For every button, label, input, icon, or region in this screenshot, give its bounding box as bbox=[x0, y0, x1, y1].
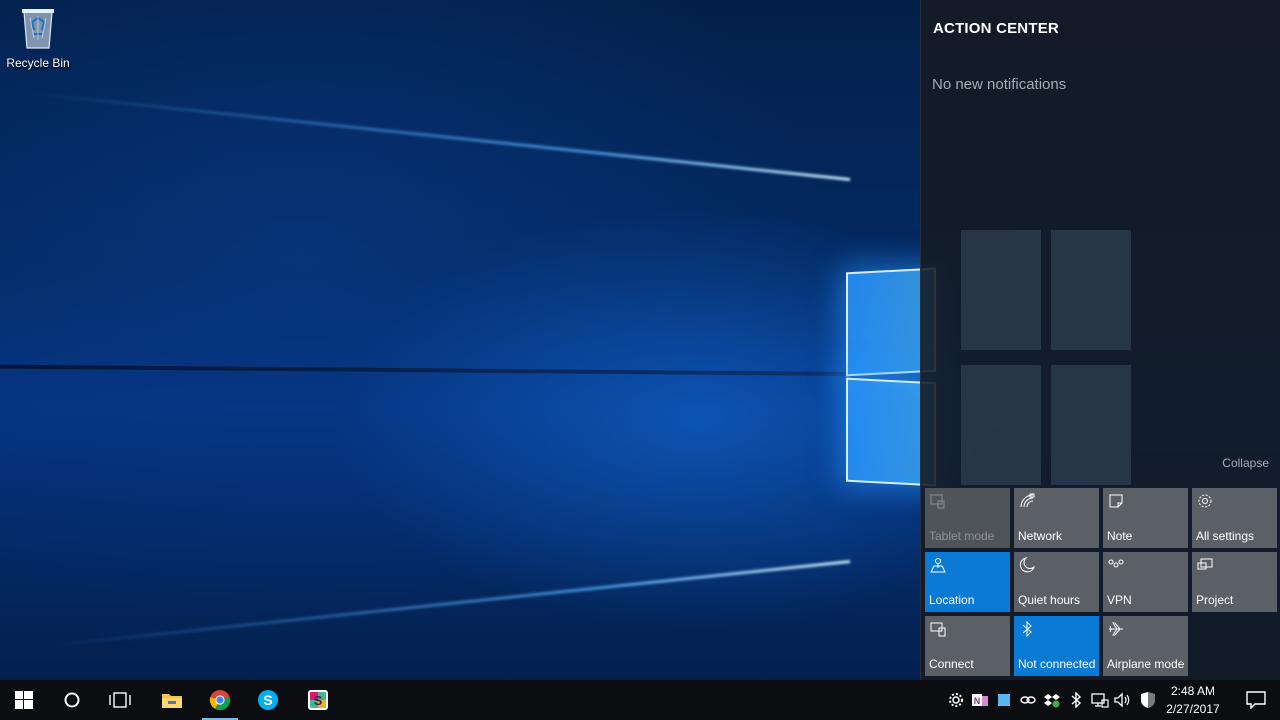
quick-action-label: Note bbox=[1107, 529, 1133, 543]
quick-action-tablet-mode[interactable]: Tablet mode bbox=[925, 488, 1010, 548]
wallpaper-shadow-band bbox=[0, 364, 851, 376]
quick-action-label: Tablet mode bbox=[929, 529, 995, 543]
file-explorer-button[interactable] bbox=[148, 680, 196, 720]
vpn-icon bbox=[1108, 559, 1124, 568]
slack-icon: S bbox=[308, 690, 328, 710]
quick-action-label: Project bbox=[1196, 593, 1234, 607]
quick-action-label: Network bbox=[1018, 529, 1063, 543]
tablet-mode-icon bbox=[930, 494, 945, 509]
clock-time: 2:48 AM bbox=[1170, 684, 1216, 698]
skype-button[interactable]: S bbox=[244, 680, 292, 720]
wallpaper-reflection bbox=[961, 230, 1141, 490]
cortana-search-icon bbox=[64, 692, 80, 708]
quick-action-quiet-hours[interactable]: Quiet hours bbox=[1014, 552, 1099, 612]
wallpaper-light-beam bbox=[44, 560, 851, 648]
dropbox-tray-icon[interactable] bbox=[1043, 691, 1061, 709]
quick-action-all-settings[interactable]: All settings bbox=[1192, 488, 1277, 548]
chrome-button[interactable] bbox=[196, 680, 244, 720]
quick-action-vpn[interactable]: VPN bbox=[1103, 552, 1188, 612]
quick-action-label: Not connected bbox=[1018, 657, 1096, 671]
onenote-tray-icon[interactable]: N bbox=[971, 691, 989, 709]
cortana-search-button[interactable] bbox=[48, 680, 96, 720]
task-view-icon bbox=[109, 692, 131, 708]
network-tray-icon[interactable] bbox=[1091, 691, 1109, 709]
windows-logo-light bbox=[842, 262, 936, 492]
skype-icon: S bbox=[258, 690, 278, 710]
svg-text:N: N bbox=[974, 696, 981, 706]
note-icon bbox=[1109, 494, 1123, 508]
wallpaper-light-beam bbox=[24, 91, 851, 181]
quick-action-project[interactable]: Project bbox=[1192, 552, 1277, 612]
quick-action-label: Connect bbox=[929, 657, 974, 671]
svg-text:S: S bbox=[263, 692, 272, 708]
quick-action-location[interactable]: Location bbox=[925, 552, 1010, 612]
bluetooth-tray-icon[interactable] bbox=[1067, 691, 1085, 709]
quick-action-network[interactable]: Network bbox=[1014, 488, 1099, 548]
recycle-bin-label: Recycle Bin bbox=[6, 56, 70, 70]
gear-icon bbox=[1198, 494, 1212, 508]
airplane-icon bbox=[1109, 622, 1123, 636]
quick-action-label: Airplane mode bbox=[1107, 657, 1185, 671]
no-notifications-message: No new notifications bbox=[932, 76, 1067, 93]
clock-date: 2/27/2017 bbox=[1166, 702, 1220, 716]
quick-action-airplane-mode[interactable]: Airplane mode bbox=[1103, 616, 1188, 676]
blue-square-tray-icon[interactable] bbox=[995, 691, 1013, 709]
recycle-bin-icon bbox=[22, 9, 54, 49]
action-center-button[interactable] bbox=[1232, 680, 1280, 720]
quick-action-bluetooth[interactable]: Not connected bbox=[1014, 616, 1099, 676]
quick-action-label: Quiet hours bbox=[1018, 593, 1081, 607]
moon-icon bbox=[1019, 557, 1035, 573]
chrome-icon bbox=[209, 690, 231, 711]
network-icon bbox=[1020, 493, 1035, 508]
recycle-bin-shortcut[interactable]: Recycle Bin bbox=[4, 4, 72, 72]
settings-gear-tray-icon[interactable] bbox=[947, 691, 965, 709]
collapse-button[interactable]: Collapse bbox=[1222, 456, 1269, 470]
task-view-button[interactable] bbox=[96, 680, 144, 720]
security-shield-tray-icon[interactable] bbox=[1139, 691, 1157, 709]
quick-action-label: Location bbox=[929, 593, 975, 607]
windows-start-icon bbox=[15, 691, 33, 709]
bluetooth-icon bbox=[1022, 621, 1032, 637]
action-center-title: ACTION CENTER bbox=[933, 20, 1059, 37]
connect-icon bbox=[930, 622, 946, 637]
quick-actions-grid: Tablet mode Network Note All settings Lo… bbox=[925, 488, 1277, 676]
volume-tray-icon[interactable] bbox=[1114, 691, 1132, 709]
action-center-panel: ACTION CENTER No new notifications Colla… bbox=[920, 0, 1280, 680]
taskbar: S S N 2:48 AM 2/27/2017 bbox=[0, 680, 1280, 720]
system-clock[interactable]: 2:48 AM 2/27/2017 bbox=[1156, 682, 1230, 720]
file-explorer-icon bbox=[162, 694, 182, 708]
project-icon bbox=[1197, 558, 1213, 570]
quick-action-connect[interactable]: Connect bbox=[925, 616, 1010, 676]
slack-button[interactable]: S bbox=[294, 680, 342, 720]
link-tray-icon[interactable] bbox=[1019, 691, 1037, 709]
location-icon bbox=[930, 558, 946, 573]
start-button[interactable] bbox=[0, 680, 48, 720]
action-center-icon bbox=[1246, 691, 1266, 709]
quick-action-label: VPN bbox=[1107, 593, 1132, 607]
quick-action-label: All settings bbox=[1196, 529, 1255, 543]
svg-text:S: S bbox=[314, 693, 323, 708]
quick-action-note[interactable]: Note bbox=[1103, 488, 1188, 548]
